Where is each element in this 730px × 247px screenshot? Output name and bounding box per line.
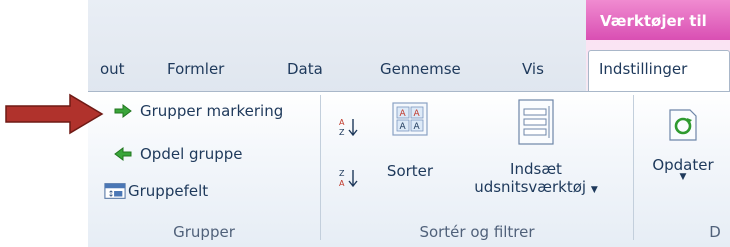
- sort-ascending-button[interactable]: A Z: [338, 116, 366, 138]
- insert-slicer-label-line1: Indsæt: [510, 160, 562, 178]
- svg-text:A: A: [400, 122, 407, 132]
- sort-button-label: Sorter: [386, 162, 434, 180]
- group-field-button[interactable]: ↕ Gruppefelt: [104, 180, 208, 202]
- group-label-sorter: Sortér og filtrer: [419, 223, 535, 241]
- tab-formler[interactable]: Formler: [167, 57, 224, 87]
- slicer-icon: [516, 98, 556, 146]
- sort-ascending-icon: A Z: [338, 116, 360, 138]
- svg-text:A: A: [400, 109, 407, 119]
- group-selection-label: Grupper markering: [140, 102, 284, 120]
- sort-descending-icon: Z A: [338, 167, 360, 189]
- group-separator: [633, 95, 634, 240]
- svg-text:A: A: [339, 179, 345, 188]
- svg-text:Z: Z: [339, 169, 345, 178]
- sort-button[interactable]: A A A A Sorter: [376, 102, 444, 180]
- svg-text:A: A: [339, 118, 345, 127]
- ungroup-button[interactable]: Opdel gruppe: [112, 143, 242, 165]
- svg-text:Z: Z: [339, 128, 345, 137]
- tab-layout[interactable]: out: [100, 57, 125, 87]
- ungroup-label: Opdel gruppe: [140, 145, 243, 163]
- svg-text:A: A: [414, 122, 421, 132]
- group-label-data: D: [709, 223, 721, 241]
- green-arrow-left-icon: [112, 143, 134, 165]
- red-arrow-icon: [5, 93, 104, 135]
- dropdown-arrow-icon: ▼: [590, 185, 598, 195]
- tab-data[interactable]: Data: [287, 57, 323, 87]
- sort-descending-button[interactable]: Z A: [338, 167, 366, 189]
- tab-vis[interactable]: Vis: [522, 57, 544, 87]
- insert-slicer-button[interactable]: Indsæt udsnitsværktøj ▼: [466, 98, 606, 196]
- group-label-grupper: Grupper: [173, 223, 235, 241]
- group-field-icon: ↕: [104, 180, 126, 202]
- refresh-button[interactable]: Opdater ▼: [644, 108, 722, 182]
- green-arrow-right-icon: [112, 100, 134, 122]
- group-separator: [320, 95, 321, 240]
- sort-dialog-icon: A A A A: [392, 102, 428, 136]
- group-selection-button[interactable]: Grupper markering: [112, 100, 283, 122]
- svg-text:A: A: [414, 109, 421, 119]
- contextual-tab-group-header: Værktøjer til: [586, 0, 730, 40]
- tab-gennemse[interactable]: Gennemse: [380, 57, 461, 87]
- group-field-label: Gruppefelt: [128, 182, 209, 200]
- svg-text:↕: ↕: [108, 189, 115, 199]
- tab-indstillinger[interactable]: Indstillinger: [588, 50, 730, 92]
- insert-slicer-label-line2: udsnitsværktøj: [474, 178, 587, 196]
- insert-slicer-label-line2-row: udsnitsværktøj ▼: [466, 178, 606, 196]
- refresh-icon: [668, 108, 698, 142]
